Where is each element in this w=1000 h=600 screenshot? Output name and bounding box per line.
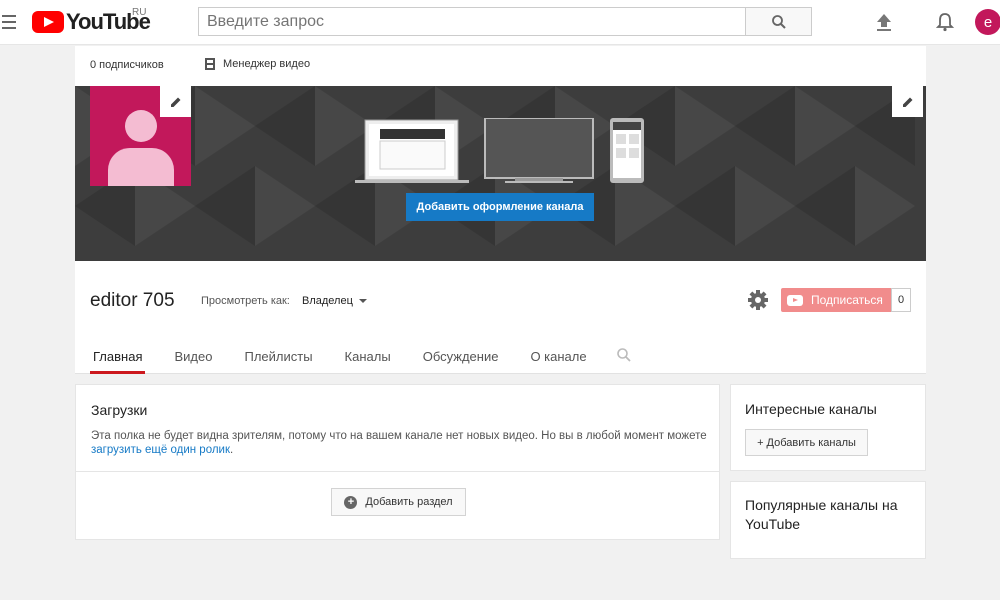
avatar-body-shape	[108, 148, 174, 186]
popular-channels-card: Популярные каналы на YouTube	[730, 481, 926, 559]
edit-banner-button[interactable]	[892, 86, 923, 117]
tab-about[interactable]: О канале	[527, 349, 589, 374]
caret-down-icon	[358, 299, 367, 303]
channel-header: editor 705 Просмотреть как: Владелец Под…	[75, 261, 926, 374]
account-avatar[interactable]: e	[975, 9, 1000, 35]
search-input[interactable]	[198, 7, 746, 36]
uploads-description: Эта полка не будет видна зрителям, потом…	[91, 429, 711, 457]
youtube-play-icon	[787, 294, 803, 306]
divider	[76, 471, 719, 472]
search-button[interactable]	[745, 7, 812, 36]
youtube-logo[interactable]: YouTube RU	[32, 7, 151, 35]
uploads-description-text: Эта полка не будет видна зрителям, потом…	[91, 430, 707, 442]
notifications-bell-icon[interactable]	[933, 10, 957, 34]
avatar-head-shape	[125, 110, 157, 142]
upload-video-link[interactable]: загрузить ещё один ролик	[91, 444, 230, 456]
menu-icon[interactable]	[2, 12, 16, 32]
search-icon	[771, 14, 786, 29]
description-period: .	[230, 444, 234, 456]
search-icon[interactable]	[616, 347, 632, 363]
subscriber-count: 0 подписчиков	[90, 59, 164, 71]
featured-channels-card: Интересные каналы + Добавить каналы	[730, 384, 926, 471]
tab-home[interactable]: Главная	[90, 349, 146, 374]
video-manager-label: Менеджер видео	[223, 58, 311, 70]
tab-videos[interactable]: Видео	[171, 349, 215, 374]
edit-avatar-button[interactable]	[160, 86, 191, 117]
video-manager-link[interactable]: Менеджер видео	[205, 58, 310, 70]
popular-channels-title: Популярные каналы на YouTube	[745, 497, 898, 532]
channel-tabs: Главная Видео Плейлисты Каналы Обсуждени…	[90, 347, 632, 374]
pencil-icon	[902, 97, 912, 107]
channel-top-bar: 0 подписчиков Менеджер видео	[75, 46, 926, 86]
featured-channels-title: Интересные каналы	[745, 401, 877, 417]
gear-icon[interactable]	[747, 289, 769, 311]
uploads-shelf: Загрузки Эта полка не будет видна зрител…	[75, 384, 720, 540]
view-as-label: Просмотреть как:	[201, 295, 290, 307]
pencil-icon	[170, 97, 180, 107]
view-as-dropdown[interactable]: Владелец	[302, 295, 367, 307]
video-manager-icon	[205, 58, 215, 70]
youtube-play-icon	[32, 11, 64, 33]
channel-banner: Добавить оформление канала	[75, 86, 926, 261]
add-channels-button[interactable]: + Добавить каналы	[745, 429, 868, 456]
upload-icon[interactable]	[872, 10, 896, 34]
add-section-button[interactable]: + Добавить раздел	[331, 488, 466, 516]
subscribe-label: Подписаться	[811, 293, 883, 307]
add-channel-art-button[interactable]: Добавить оформление канала	[406, 193, 594, 221]
add-section-label: Добавить раздел	[365, 496, 453, 508]
masthead: YouTube RU e	[0, 0, 1000, 45]
subscribe-count: 0	[891, 288, 911, 312]
subscribe-button[interactable]: Подписаться	[781, 288, 891, 312]
channel-title: editor 705	[90, 290, 175, 311]
tab-channels[interactable]: Каналы	[342, 349, 394, 374]
view-as-value: Владелец	[302, 295, 353, 307]
tab-discussion[interactable]: Обсуждение	[420, 349, 502, 374]
devices-illustration	[355, 118, 644, 183]
logo-region: RU	[132, 7, 147, 18]
plus-circle-icon: +	[344, 495, 358, 509]
uploads-title: Загрузки	[91, 402, 148, 418]
tab-playlists[interactable]: Плейлисты	[241, 349, 315, 374]
